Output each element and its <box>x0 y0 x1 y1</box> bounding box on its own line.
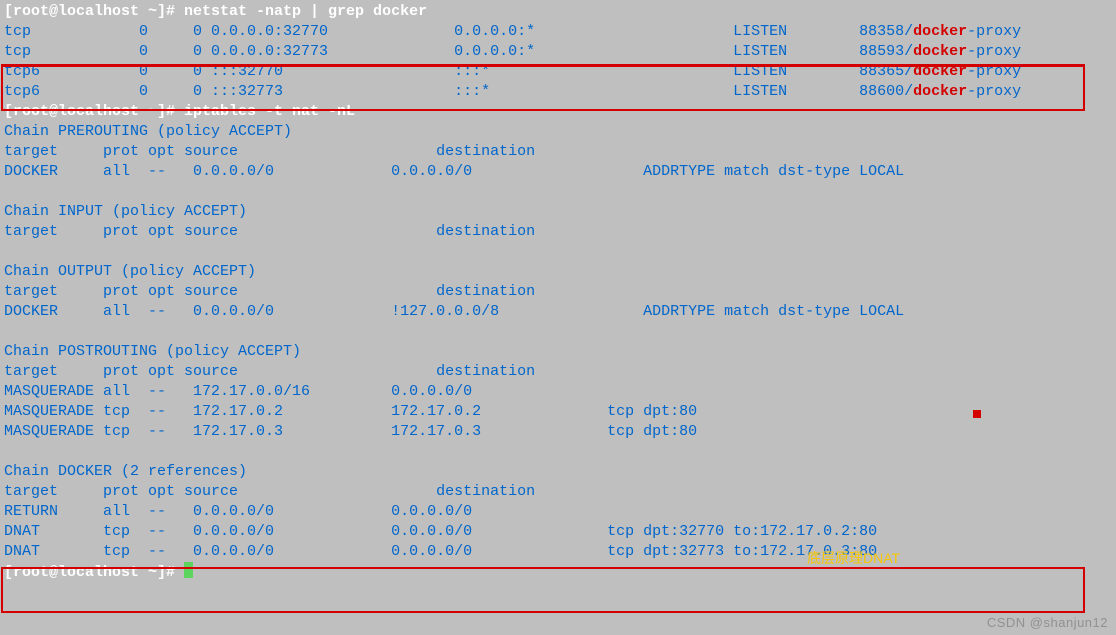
iptables-row: DNAT tcp -- 0.0.0.0/0 0.0.0.0/0 tcp dpt:… <box>4 542 1112 562</box>
chain-output-header: Chain OUTPUT (policy ACCEPT) <box>4 262 1112 282</box>
cmd-line-1: [root@localhost ~]# netstat -natp | grep… <box>4 2 1112 22</box>
blank-1 <box>4 182 1112 202</box>
columns-header: target prot opt source destination <box>4 282 1112 302</box>
highlight-bar <box>1 64 1085 67</box>
chain-prerouting-header: Chain PREROUTING (policy ACCEPT) <box>4 122 1112 142</box>
annotation-text: 底层原理DNAT <box>807 548 900 568</box>
output-rows: DOCKER all -- 0.0.0.0/0 !127.0.0.0/8 ADD… <box>4 302 1112 322</box>
command-1: netstat -natp | grep docker <box>184 3 427 20</box>
cursor-icon <box>184 562 193 578</box>
prerouting-rows: DOCKER all -- 0.0.0.0/0 0.0.0.0/0 ADDRTY… <box>4 162 1112 182</box>
cmd-line-3: [root@localhost ~]# <box>4 562 1112 583</box>
chain-postrouting-header: Chain POSTROUTING (policy ACCEPT) <box>4 342 1112 362</box>
iptables-row: MASQUERADE tcp -- 172.17.0.2 172.17.0.2 … <box>4 402 1112 422</box>
prompt: [root@localhost ~]# <box>4 3 184 20</box>
netstat-output: tcp 0 0 0.0.0.0:32770 0.0.0.0:* LISTEN 8… <box>4 22 1112 102</box>
blank-2 <box>4 242 1112 262</box>
cmd-line-2: [root@localhost ~]# iptables -t nat -nL <box>4 102 1112 122</box>
iptables-row: MASQUERADE tcp -- 172.17.0.3 172.17.0.3 … <box>4 422 1112 442</box>
prompt: [root@localhost ~]# <box>4 564 184 581</box>
watermark: CSDN @shanjun12 <box>987 613 1108 633</box>
netstat-row: tcp6 0 0 :::32773 :::* LISTEN 88600/dock… <box>4 82 1112 102</box>
blank-3 <box>4 322 1112 342</box>
terminal[interactable]: [root@localhost ~]# netstat -natp | grep… <box>0 0 1116 585</box>
blank-4 <box>4 442 1112 462</box>
iptables-row: MASQUERADE all -- 172.17.0.0/16 0.0.0.0/… <box>4 382 1112 402</box>
iptables-row: DOCKER all -- 0.0.0.0/0 !127.0.0.0/8 ADD… <box>4 302 1112 322</box>
columns-header: target prot opt source destination <box>4 222 1112 242</box>
command-2: iptables -t nat -nL <box>184 103 355 120</box>
chain-input-header: Chain INPUT (policy ACCEPT) <box>4 202 1112 222</box>
marker-dot-icon <box>973 410 981 418</box>
postrouting-rows: MASQUERADE all -- 172.17.0.0/16 0.0.0.0/… <box>4 382 1112 442</box>
iptables-row: RETURN all -- 0.0.0.0/0 0.0.0.0/0 <box>4 502 1112 522</box>
docker-rows: RETURN all -- 0.0.0.0/0 0.0.0.0/0 DNAT t… <box>4 502 1112 562</box>
columns-header: target prot opt source destination <box>4 482 1112 502</box>
prompt: [root@localhost ~]# <box>4 103 184 120</box>
columns-header: target prot opt source destination <box>4 362 1112 382</box>
netstat-row: tcp 0 0 0.0.0.0:32773 0.0.0.0:* LISTEN 8… <box>4 42 1112 62</box>
columns-header: target prot opt source destination <box>4 142 1112 162</box>
iptables-row: DNAT tcp -- 0.0.0.0/0 0.0.0.0/0 tcp dpt:… <box>4 522 1112 542</box>
chain-docker-header: Chain DOCKER (2 references) <box>4 462 1112 482</box>
iptables-row: DOCKER all -- 0.0.0.0/0 0.0.0.0/0 ADDRTY… <box>4 162 1112 182</box>
netstat-row: tcp 0 0 0.0.0.0:32770 0.0.0.0:* LISTEN 8… <box>4 22 1112 42</box>
